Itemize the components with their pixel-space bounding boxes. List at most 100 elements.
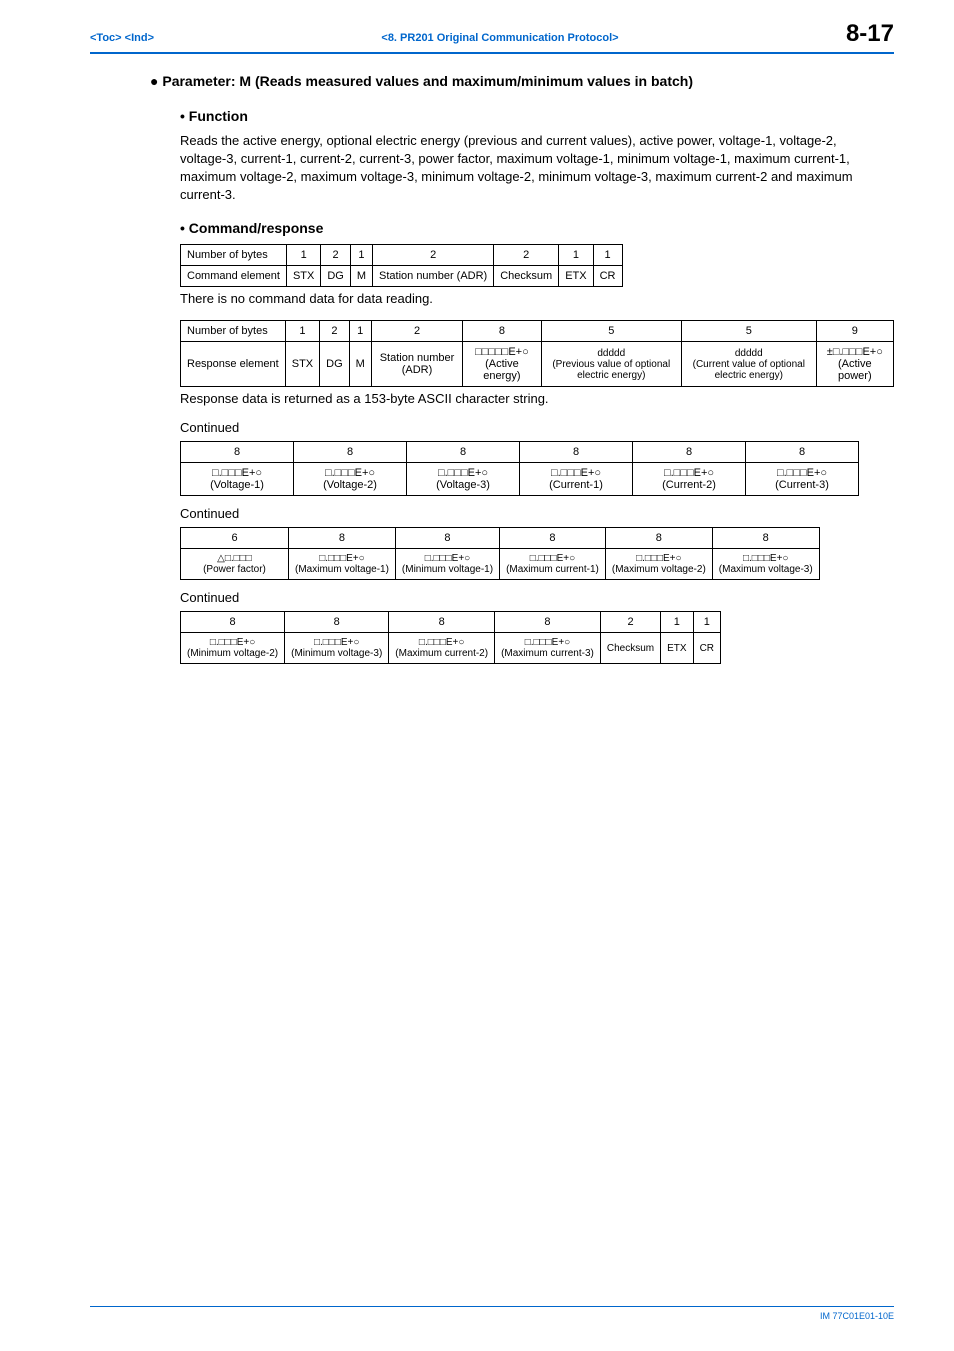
cell: □.□□□E+○(Current-3): [746, 463, 859, 496]
cell: 8: [181, 612, 285, 633]
toc-link[interactable]: <Toc>: [90, 32, 122, 44]
cell: M: [349, 342, 371, 387]
label: (Minimum voltage-2): [187, 648, 278, 659]
value: ddddd: [597, 348, 625, 359]
label: (Previous value of optional electric ene…: [552, 359, 670, 381]
cell: 1: [349, 321, 371, 342]
cell: 1: [693, 612, 720, 633]
format: □.□□□E+○: [777, 467, 827, 479]
section-title: Parameter: M (Reads measured values and …: [150, 72, 874, 92]
cell: □.□□□E+○(Minimum voltage-1): [395, 549, 499, 580]
cell: 2: [321, 245, 351, 266]
format: □.□□□E+○: [636, 553, 682, 564]
format: △□.□□□: [217, 553, 252, 564]
cell: 8: [285, 612, 389, 633]
label: (Maximum voltage-1): [295, 564, 389, 575]
cell: Station number (ADR): [371, 342, 462, 387]
cell: □.□□□E+○(Minimum voltage-2): [181, 633, 285, 664]
cell: STX: [286, 266, 320, 287]
cell: ±□.□□□E+○ (Active power): [816, 342, 893, 387]
cell: 6: [181, 528, 289, 549]
cell: 8: [633, 442, 746, 463]
label: (Power factor): [203, 564, 266, 575]
label: (Maximum current-2): [395, 648, 488, 659]
continued-table-2: 6 8 8 8 8 8 △□.□□□(Power factor) □.□□□E+…: [180, 527, 820, 580]
table-row: Response element STX DG M Station number…: [181, 342, 894, 387]
label: (Current-3): [775, 479, 829, 491]
cell: 8: [289, 528, 396, 549]
format: □.□□□E+○: [314, 637, 360, 648]
page-number: 8-17: [846, 20, 894, 48]
cell: □.□□□E+○(Voltage-3): [407, 463, 520, 496]
cell: △□.□□□(Power factor): [181, 549, 289, 580]
label: (Voltage-3): [436, 479, 490, 491]
cell: 8: [407, 442, 520, 463]
table-row: □.□□□E+○(Minimum voltage-2) □.□□□E+○(Min…: [181, 633, 721, 664]
cell: CR: [593, 266, 622, 287]
continued-label: Continued: [180, 590, 894, 605]
cell: Station number (ADR): [373, 266, 494, 287]
continued-table-1: 8 8 8 8 8 8 □.□□□E+○(Voltage-1) □.□□□E+○…: [180, 441, 859, 496]
cell: 8: [500, 528, 606, 549]
label: (Maximum voltage-3): [719, 564, 813, 575]
table-row: 8 8 8 8 2 1 1: [181, 612, 721, 633]
table-row: 6 8 8 8 8 8: [181, 528, 820, 549]
cell: STX: [285, 342, 319, 387]
format: □.□□□E+○: [530, 553, 576, 564]
cell: ddddd (Previous value of optional electr…: [541, 342, 681, 387]
toc-ind[interactable]: <Toc> <Ind>: [90, 32, 154, 44]
cell: ETX: [661, 633, 693, 664]
label: (Maximum current-3): [501, 648, 594, 659]
col-header: Command element: [181, 266, 287, 287]
table-row: □.□□□E+○(Voltage-1) □.□□□E+○(Voltage-2) …: [181, 463, 859, 496]
cell: □.□□□E+○(Voltage-2): [294, 463, 407, 496]
cell: 8: [605, 528, 712, 549]
format: □.□□□E+○: [212, 467, 262, 479]
function-heading: Function: [180, 108, 894, 124]
cell: ETX: [559, 266, 593, 287]
cell: 5: [541, 321, 681, 342]
cell: 8: [495, 612, 601, 633]
format: □.□□□E+○: [743, 553, 789, 564]
response-table: Number of bytes 1 2 1 2 8 5 5 9 Response…: [180, 320, 894, 387]
cell: 9: [816, 321, 893, 342]
table-row: Number of bytes 1 2 1 2 2 1 1: [181, 245, 623, 266]
continued-label: Continued: [180, 420, 894, 435]
continued-table-3: 8 8 8 8 2 1 1 □.□□□E+○(Minimum voltage-2…: [180, 611, 721, 664]
cell: □.□□□E+○(Maximum voltage-1): [289, 549, 396, 580]
cell: M: [350, 266, 372, 287]
page-header: <Toc> <Ind> <8. PR201 Original Communica…: [90, 20, 894, 54]
cell: 8: [395, 528, 499, 549]
cell: 1: [285, 321, 319, 342]
label: (Voltage-2): [323, 479, 377, 491]
ind-link[interactable]: <Ind>: [125, 32, 154, 44]
cell: □.□□□E+○(Current-2): [633, 463, 746, 496]
cell: 2: [494, 245, 559, 266]
command-response-heading: Command/response: [180, 220, 894, 236]
col-header: Number of bytes: [181, 245, 287, 266]
function-body: Reads the active energy, optional electr…: [180, 132, 874, 205]
cell: 2: [600, 612, 660, 633]
cell: □.□□□E+○(Minimum voltage-3): [285, 633, 389, 664]
format: □.□□□E+○: [525, 637, 571, 648]
format: □.□□□E+○: [210, 637, 256, 648]
cell: DG: [321, 266, 351, 287]
label: (Minimum voltage-1): [402, 564, 493, 575]
cell: Checksum: [600, 633, 660, 664]
cell: □.□□□E+○(Maximum current-2): [389, 633, 495, 664]
cell: 1: [593, 245, 622, 266]
cell: DG: [320, 342, 350, 387]
format: □.□□□E+○: [551, 467, 601, 479]
cell: □.□□□E+○(Maximum voltage-2): [605, 549, 712, 580]
cell: 2: [373, 245, 494, 266]
response-note: Response data is returned as a 153-byte …: [180, 391, 894, 406]
cell: 8: [181, 442, 294, 463]
cell: 8: [520, 442, 633, 463]
format: ±□.□□□E+○: [827, 346, 883, 358]
cell: □.□□□E+○(Current-1): [520, 463, 633, 496]
col-header: Response element: [181, 342, 286, 387]
table-row: Command element STX DG M Station number …: [181, 266, 623, 287]
command-note: There is no command data for data readin…: [180, 291, 894, 306]
cell: □.□□□E+○(Maximum current-1): [500, 549, 606, 580]
label: (Minimum voltage-3): [291, 648, 382, 659]
